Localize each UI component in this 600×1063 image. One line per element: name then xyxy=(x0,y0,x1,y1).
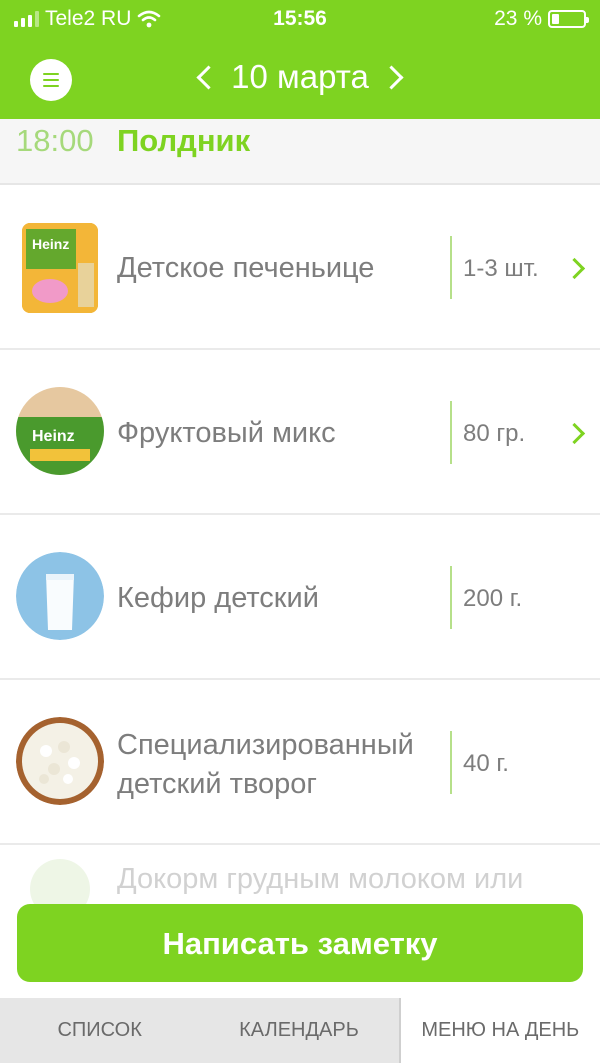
food-title: Специализированный детский творог xyxy=(117,726,414,804)
tab-calendar[interactable]: КАЛЕНДАРЬ xyxy=(199,998,398,1063)
food-amount: 80 гр. xyxy=(463,420,526,447)
food-title: Детское печеньице xyxy=(117,252,375,284)
row-divider xyxy=(450,731,452,794)
biscuit-box-icon: Heinz xyxy=(22,223,98,313)
food-amount: 200 г. xyxy=(463,585,523,612)
current-date[interactable]: 10 марта xyxy=(231,58,369,96)
tab-bar: СПИСОК КАЛЕНДАРЬ МЕНЮ НА ДЕНЬ xyxy=(0,998,600,1063)
chevron-right-icon[interactable] xyxy=(563,257,586,280)
tab-list[interactable]: СПИСОК xyxy=(0,998,199,1063)
food-title: Фруктовый микс xyxy=(117,417,336,449)
next-day-chevron-icon[interactable] xyxy=(379,64,404,90)
tab-day-menu[interactable]: МЕНЮ НА ДЕНЬ xyxy=(398,998,600,1063)
fruit-puree-jar-icon: Heinz xyxy=(16,387,104,475)
food-amount: 40 г. xyxy=(463,750,509,777)
write-note-button[interactable]: Написать заметку xyxy=(17,904,583,982)
food-title: Кефир детский xyxy=(117,582,319,614)
battery-percent: 23 % xyxy=(494,7,542,30)
app-header: Tele2 RU 15:56 23 % 10 марта xyxy=(0,0,600,119)
meal-time: 18:00 xyxy=(16,123,94,158)
svg-text:Heinz: Heinz xyxy=(32,428,75,445)
meal-name: Полдник xyxy=(117,123,251,158)
food-amount: 1-3 шт. xyxy=(463,255,539,282)
food-item-row[interactable]: Heinz Фруктовый микс 80 гр. xyxy=(0,350,600,515)
food-item-row-partial[interactable]: Докорм грудным молоком или xyxy=(0,845,600,905)
food-item-row[interactable]: Специализированный детский творог 40 г. xyxy=(0,680,600,845)
chevron-right-icon[interactable] xyxy=(563,422,586,445)
row-divider xyxy=(450,401,452,464)
kefir-glass-icon xyxy=(16,552,104,640)
svg-text:Heinz: Heinz xyxy=(32,236,69,252)
battery-icon xyxy=(548,10,589,28)
status-bar: Tele2 RU 15:56 23 % xyxy=(0,0,600,38)
food-title: Докорм грудным молоком или xyxy=(117,863,524,895)
row-divider xyxy=(450,566,452,629)
date-navigator: 10 марта xyxy=(0,58,600,96)
food-item-row[interactable]: Кефир детский 200 г. xyxy=(0,515,600,680)
previous-day-chevron-icon[interactable] xyxy=(196,64,221,90)
food-title-line-2: детский творог xyxy=(117,768,318,800)
row-divider xyxy=(450,236,452,299)
food-title-line-1: Специализированный xyxy=(117,729,414,761)
battery-fill xyxy=(552,14,559,24)
breast-milk-icon xyxy=(30,859,90,905)
meal-header: 18:00 Полдник xyxy=(0,119,600,185)
food-item-row[interactable]: Heinz Детское печеньице 1-3 шт. xyxy=(0,185,600,350)
cottage-cheese-bowl-icon xyxy=(16,717,104,805)
